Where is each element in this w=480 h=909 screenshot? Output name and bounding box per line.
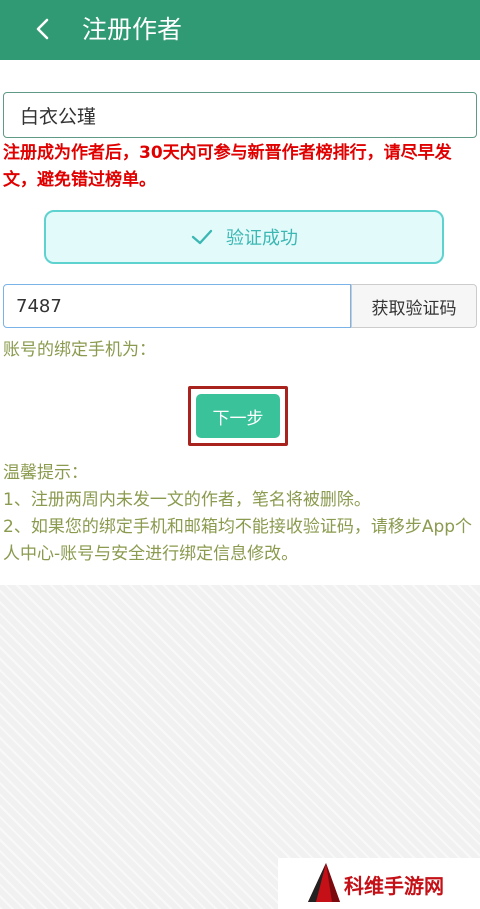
tip-item: 2、如果您的绑定手机和邮箱均不能接收验证码，请移步App个人中心-账号与安全进行… <box>3 517 473 564</box>
next-button-highlight: 下一步 <box>188 386 288 446</box>
verification-code-row: 获取验证码 <box>3 284 477 328</box>
next-step-button[interactable]: 下一步 <box>196 394 280 438</box>
watermark: 科维手游网 <box>278 858 480 909</box>
verification-code-input[interactable] <box>3 284 351 328</box>
verify-status-text: 验证成功 <box>226 228 298 249</box>
registration-notice: 注册成为作者后，30天内可参与新晋作者榜排行，请尽早发文，避免错过榜单。 <box>3 143 452 190</box>
bound-phone-label: 账号的绑定手机为： <box>3 340 156 360</box>
watermark-text: 科维手游网 <box>344 874 444 898</box>
app-header: 注册作者 <box>0 0 480 60</box>
pyramid-logo <box>308 863 340 902</box>
verify-success-box: 验证成功 <box>44 210 444 264</box>
get-code-button[interactable]: 获取验证码 <box>351 284 477 328</box>
chevron-left-icon[interactable] <box>30 14 58 44</box>
page-title: 注册作者 <box>82 15 183 44</box>
tips-section: 温馨提示： 1、注册两周内未发一文的作者，笔名将被删除。 2、如果您的绑定手机和… <box>3 460 477 568</box>
tips-title: 温馨提示： <box>3 463 88 483</box>
tip-item: 1、注册两周内未发一文的作者，笔名将被删除。 <box>3 490 371 510</box>
pen-name-input[interactable] <box>3 92 477 138</box>
check-icon <box>191 229 213 245</box>
